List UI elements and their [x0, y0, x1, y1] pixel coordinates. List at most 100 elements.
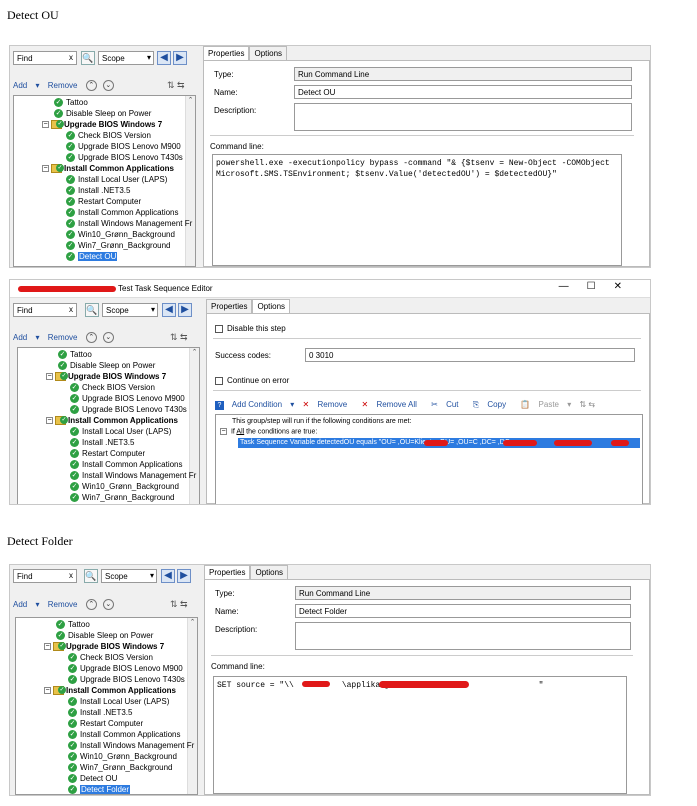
tab-properties[interactable]: Properties [206, 299, 253, 313]
tree-step[interactable]: ✓ Install Windows Management Fr [66, 218, 192, 229]
move-up-icon[interactable]: ⌃ [85, 599, 97, 610]
back-arrow-icon[interactable]: ◀ [162, 303, 176, 317]
forward-arrow-icon[interactable]: ▶ [178, 303, 192, 317]
back-arrow-icon[interactable]: ◀ [157, 51, 171, 65]
close-icon[interactable]: ✕ [614, 281, 640, 292]
tree-step[interactable]: ✓ Tattoo [58, 349, 92, 360]
tree-step[interactable]: ✓ Install Common Applications [66, 207, 179, 218]
tree-group[interactable]: − Upgrade BIOS Windows 7 [44, 641, 164, 652]
tree-step[interactable]: ✓ Upgrade BIOS Lenovo M900 [68, 663, 183, 674]
description-field[interactable] [294, 103, 632, 131]
collapse-icon[interactable]: − [44, 643, 51, 651]
tree-step[interactable]: ✓ Check BIOS Version [66, 130, 151, 141]
tree-step[interactable]: ✓ Win10_Grønn_Background [68, 751, 177, 762]
tree-group[interactable]: − Install Common Applications [42, 163, 174, 174]
find-input[interactable]: Find x [13, 569, 77, 583]
move-icons[interactable]: ⇅ ⇆ [579, 400, 595, 409]
add-condition-button[interactable]: ? Add Condition ▾ [215, 400, 294, 410]
tree-step[interactable]: ✓ Install Local User (LAPS) [68, 696, 169, 707]
scope-dropdown[interactable]: Scope ▾ [102, 303, 158, 317]
tree-view-icons[interactable]: ⇅ ⇆ [167, 80, 185, 91]
condition-if-row[interactable]: − If All the conditions are true: [220, 428, 317, 435]
tree-step[interactable]: ✓ Win10_Grønn_Background [70, 481, 179, 492]
paste-button[interactable]: 📋 Paste ▾ [520, 400, 571, 409]
tab-properties[interactable]: Properties [203, 46, 250, 60]
tree-step[interactable]: ✓ Check BIOS Version [70, 382, 155, 393]
move-up-icon[interactable]: ⌃ [85, 332, 97, 343]
find-input[interactable]: Find x [13, 51, 77, 65]
tree-step[interactable]: ✓ Upgrade BIOS Lenovo T430s [68, 674, 185, 685]
tree-step[interactable]: ✓ Install Local User (LAPS) [66, 174, 167, 185]
copy-button[interactable]: ⎘ Copy [473, 400, 512, 409]
search-icon[interactable]: 🔍 [81, 51, 95, 65]
tree-step[interactable]: ✓ Restart Computer [66, 196, 141, 207]
clear-find-button[interactable]: x [69, 571, 73, 580]
forward-arrow-icon[interactable]: ▶ [177, 569, 191, 583]
minimize-icon[interactable]: — [559, 281, 587, 292]
remove-button[interactable]: Remove [48, 81, 78, 90]
move-down-icon[interactable]: ⌄ [102, 80, 114, 91]
window-controls[interactable]: —☐✕ [559, 281, 640, 292]
move-down-icon[interactable]: ⌄ [102, 332, 114, 343]
tree-step[interactable]: ✓ Detect OU [68, 773, 117, 784]
tree-step[interactable]: ✓ Install .NET3.5 [66, 185, 130, 196]
tree-step[interactable]: ✓ Upgrade BIOS Lenovo M900 [70, 393, 185, 404]
command-line-field[interactable]: powershell.exe -executionpolicy bypass -… [212, 154, 622, 266]
tree-group[interactable]: − Install Common Applications [46, 415, 178, 426]
tree-step[interactable]: ✓ Install Windows Management Fr [68, 740, 194, 751]
collapse-icon[interactable]: − [46, 417, 53, 425]
tree-step[interactable]: ✓ Restart Computer [70, 448, 145, 459]
tree-scrollbar[interactable]: ⌃ [189, 348, 199, 504]
tree-step[interactable]: ✓ Disable Sleep on Power [56, 630, 153, 641]
collapse-icon[interactable]: − [44, 687, 51, 695]
tree-view-icons[interactable]: ⇅ ⇆ [170, 332, 188, 343]
scope-dropdown[interactable]: Scope ▾ [98, 51, 154, 65]
tree-step[interactable]: ✓ Check BIOS Version [68, 652, 153, 663]
remove-button[interactable]: Remove [48, 333, 78, 342]
tree-step[interactable]: ✓ Win7_Grønn_Background [68, 762, 173, 773]
tree-step[interactable]: ✓ Win7_Grønn_Background [70, 492, 175, 503]
tab-properties[interactable]: Properties [204, 565, 251, 579]
clear-find-button[interactable]: x [69, 53, 73, 62]
tab-options[interactable]: Options [252, 299, 291, 313]
search-icon[interactable]: 🔍 [85, 303, 99, 317]
back-arrow-icon[interactable]: ◀ [161, 569, 175, 583]
tree-step[interactable]: ✓ Detect OU [66, 251, 118, 262]
tree-step[interactable]: ✓ Upgrade BIOS Lenovo T430s [66, 152, 183, 163]
tree-scrollbar[interactable]: ⌃ [185, 96, 195, 266]
tree-group[interactable]: − Upgrade BIOS Windows 7 [46, 371, 166, 382]
scope-dropdown[interactable]: Scope ▾ [101, 569, 157, 583]
tree-step[interactable]: ✓ Install .NET3.5 [68, 707, 132, 718]
tree-step[interactable]: ✓ Install Local User (LAPS) [70, 426, 171, 437]
maximize-icon[interactable]: ☐ [587, 281, 614, 292]
collapse-icon[interactable]: − [46, 373, 53, 381]
find-input[interactable]: Find x [13, 303, 77, 317]
cut-button[interactable]: ✂ Cut [431, 400, 464, 409]
collapse-icon[interactable]: − [42, 121, 49, 129]
description-field[interactable] [295, 622, 631, 650]
forward-arrow-icon[interactable]: ▶ [173, 51, 187, 65]
tree-group[interactable]: − Install Common Applications [44, 685, 176, 696]
tree-step[interactable]: ✓ Restart Computer [68, 718, 143, 729]
tree-step[interactable]: ✓ Upgrade BIOS Lenovo T430s [70, 404, 187, 415]
clear-find-button[interactable]: x [69, 305, 73, 314]
tree-step[interactable]: ✓ Detect Folder [68, 784, 131, 794]
tree-step[interactable]: ✓ Tattoo [54, 97, 88, 108]
tree-step[interactable]: ✓ Install Common Applications [68, 729, 181, 740]
tree-step[interactable]: ✓ Upgrade BIOS Lenovo M900 [66, 141, 181, 152]
tree-step[interactable]: ✓ Install Windows Management Fr [70, 470, 196, 481]
tree-scrollbar[interactable]: ⌃ [187, 618, 197, 794]
tree-view-icons[interactable]: ⇅ ⇆ [170, 599, 188, 610]
add-menu-button[interactable]: Add ▾ [13, 81, 39, 90]
disable-step-checkbox[interactable]: Disable this step [215, 324, 286, 333]
tree-step[interactable]: ✓ Install .NET3.5 [70, 437, 134, 448]
tree-step[interactable]: ✓ Disable Sleep on Power [58, 360, 155, 371]
tab-options[interactable]: Options [249, 46, 288, 60]
success-codes-field[interactable]: 0 3010 [305, 348, 635, 362]
tree-step[interactable]: ✓ Install Common Applications [70, 459, 183, 470]
command-line-field[interactable]: SET source = "\\ \applikasjo " [213, 676, 627, 794]
name-field[interactable]: Detect OU [294, 85, 632, 99]
add-menu-button[interactable]: Add ▾ [13, 333, 39, 342]
remove-button[interactable]: Remove [48, 600, 78, 609]
name-field[interactable]: Detect Folder [295, 604, 631, 618]
